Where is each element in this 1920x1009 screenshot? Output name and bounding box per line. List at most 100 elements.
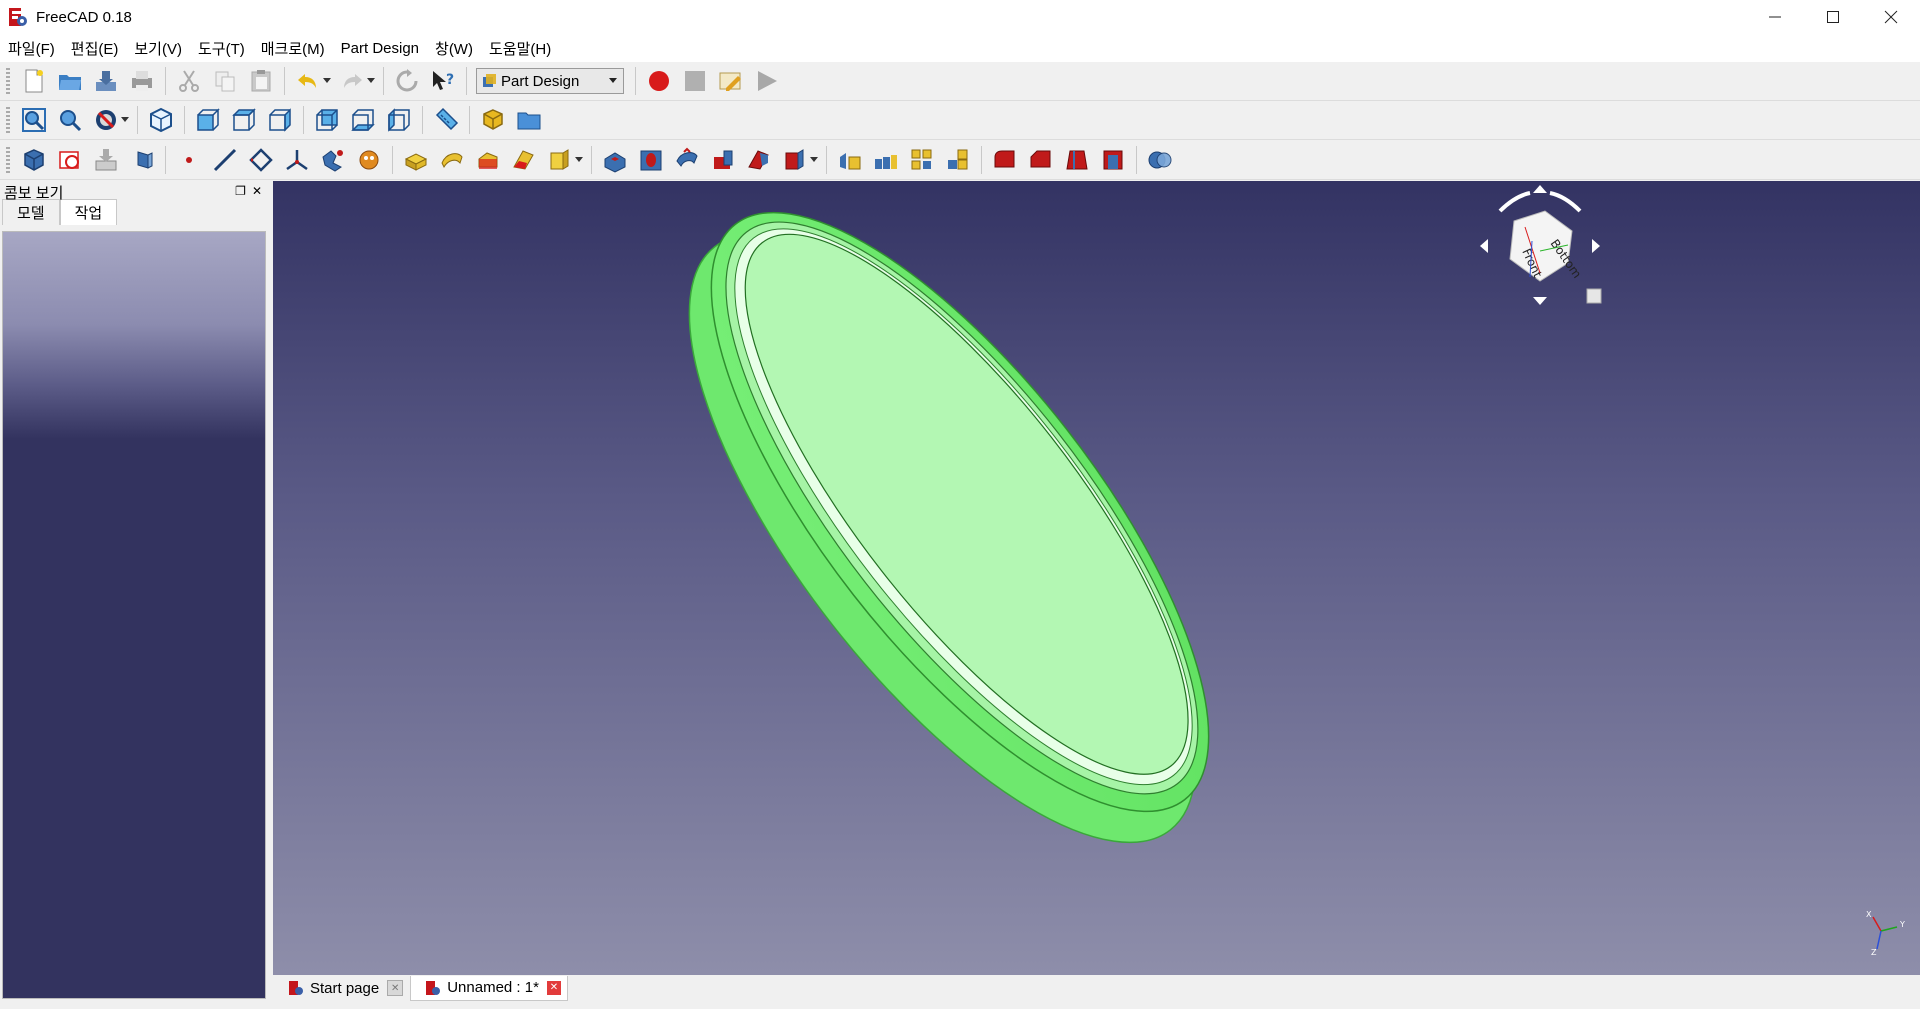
left-view-button[interactable] [384,105,414,135]
3d-viewport[interactable]: Bottom Front X Y Z [273,181,1920,975]
minimize-button[interactable] [1746,0,1804,34]
isometric-view-button[interactable] [146,105,176,135]
front-view-button[interactable] [193,105,223,135]
datum-plane-button[interactable] [246,145,276,175]
new-file-button[interactable] [19,66,49,96]
create-body-button[interactable] [19,145,49,175]
mirrored-button[interactable] [835,145,865,175]
polar-pattern-button[interactable] [907,145,937,175]
chamfer-button[interactable] [1026,145,1056,175]
create-group-button[interactable] [514,105,544,135]
nav-up-arrow-icon[interactable] [1533,185,1547,193]
revolution-button[interactable] [437,145,467,175]
menu-file[interactable]: 파일(F) [0,38,63,59]
toolbar-grip[interactable] [6,68,10,94]
create-part-button[interactable] [478,105,508,135]
cut-button[interactable] [174,66,204,96]
edit-macro-button[interactable] [716,66,746,96]
additive-pipe-button[interactable] [509,145,539,175]
tab-start-page[interactable]: Start page ✕ [273,975,410,1001]
stop-macro-button[interactable] [680,66,710,96]
hole-icon [640,150,662,171]
nav-down-arrow-icon[interactable] [1533,297,1547,305]
run-macro-button[interactable] [752,66,782,96]
hole-button[interactable] [636,145,666,175]
measure-button[interactable] [431,105,461,135]
undo-dropdown[interactable] [322,66,332,96]
thickness-button[interactable] [1098,145,1128,175]
groove-button[interactable] [672,145,702,175]
menu-tools[interactable]: 도구(T) [190,38,253,59]
redo-dropdown[interactable] [366,66,376,96]
menu-window[interactable]: 창(W) [427,38,481,59]
multitransform-button[interactable] [943,145,973,175]
boolean-icon [1148,151,1172,169]
datum-line-button[interactable] [210,145,240,175]
shape-binder-button[interactable] [318,145,348,175]
menu-view[interactable]: 보기(V) [126,38,190,59]
redo-button[interactable] [337,66,367,96]
close-button[interactable] [1862,0,1920,34]
combo-view-panel: 콤보 보기 ❐ ✕ 모델 작업 [0,181,268,1001]
fit-selection-button[interactable] [55,105,85,135]
rotate-left-arrow-icon[interactable] [1498,191,1531,213]
close-tab-icon[interactable]: ✕ [387,980,404,996]
navigation-cube[interactable]: Bottom Front [1470,181,1610,321]
boolean-button[interactable] [1145,145,1175,175]
copy-button[interactable] [210,66,240,96]
print-button[interactable] [127,66,157,96]
subtractive-primitive-dropdown[interactable] [809,145,819,175]
record-macro-button[interactable] [644,66,674,96]
bottom-view-button[interactable] [348,105,378,135]
close-panel-icon[interactable]: ✕ [252,184,262,198]
model-scene [601,181,1300,916]
subtractive-loft-button[interactable] [708,145,738,175]
undo-button[interactable] [293,66,323,96]
additive-primitive-button[interactable] [545,145,575,175]
rear-view-button[interactable] [312,105,342,135]
draw-style-button[interactable] [91,105,121,135]
additive-primitive-dropdown[interactable] [574,145,584,175]
subshape-binder-button[interactable] [354,145,384,175]
linear-pattern-button[interactable] [871,145,901,175]
view-menu-cube-icon[interactable] [1586,288,1602,304]
nav-left-arrow-icon[interactable] [1480,239,1488,253]
whats-this-button[interactable]: ? [428,66,458,96]
datum-point-icon [186,157,192,163]
right-view-button[interactable] [265,105,295,135]
refresh-icon [396,69,418,92]
float-panel-icon[interactable]: ❐ [235,184,246,198]
workbench-selector[interactable]: Part Design [476,68,624,94]
additive-loft-button[interactable] [473,145,503,175]
fit-all-button[interactable] [19,105,49,135]
draw-style-dropdown[interactable] [120,105,130,135]
attach-button[interactable] [91,145,121,175]
draft-button[interactable] [1062,145,1092,175]
nav-right-arrow-icon[interactable] [1592,239,1600,253]
pocket-button[interactable] [600,145,630,175]
datum-point-button[interactable] [174,145,204,175]
menu-part-design[interactable]: Part Design [333,40,427,57]
close-tab-icon[interactable]: ✕ [546,980,561,995]
save-button[interactable] [91,66,121,96]
top-view-button[interactable] [229,105,259,135]
menu-edit[interactable]: 편집(E) [63,38,127,59]
subtractive-primitive-button[interactable] [780,145,810,175]
toolbar-grip[interactable] [6,147,10,173]
subtractive-pipe-button[interactable] [744,145,774,175]
open-button[interactable] [55,66,85,96]
tab-unnamed[interactable]: Unnamed : 1* ✕ [410,975,568,1001]
pad-button[interactable] [401,145,431,175]
refresh-button[interactable] [392,66,422,96]
toolbar-grip[interactable] [6,107,10,133]
paste-button[interactable] [246,66,276,96]
clone-button[interactable] [127,145,157,175]
fillet-button[interactable] [990,145,1020,175]
local-cs-button[interactable] [282,145,312,175]
coin-model[interactable] [601,181,1300,916]
rotate-right-arrow-icon[interactable] [1549,191,1582,213]
menu-macro[interactable]: 매크로(M) [253,38,333,59]
menu-help[interactable]: 도움말(H) [481,38,559,59]
maximize-button[interactable] [1804,0,1862,34]
create-sketch-button[interactable] [55,145,85,175]
